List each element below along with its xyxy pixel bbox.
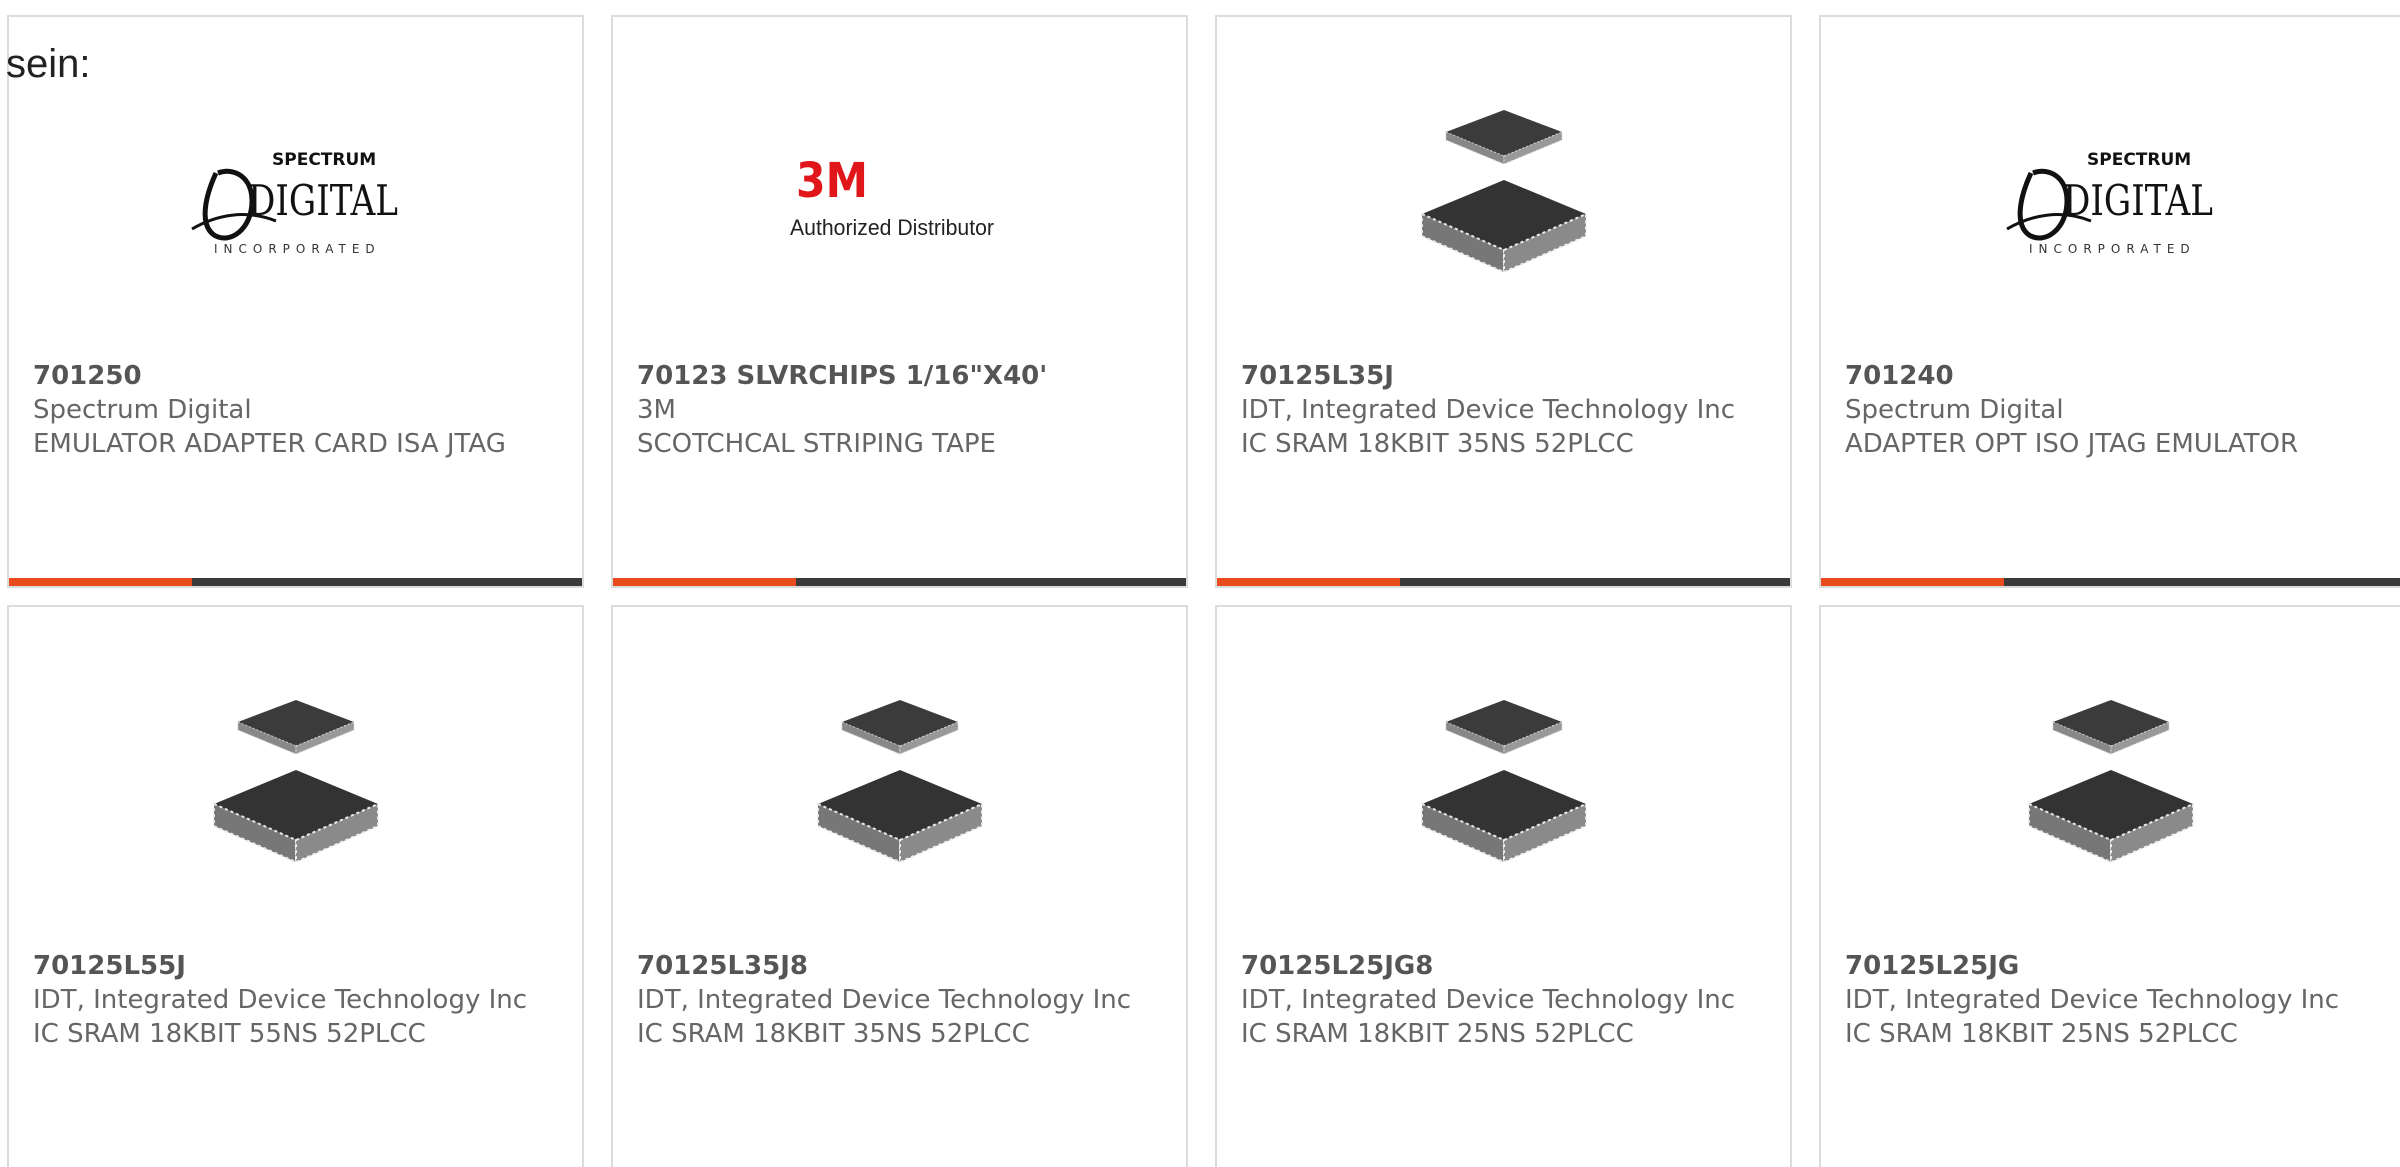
product-image[interactable] — [1217, 87, 1790, 307]
product-info: 701240 Spectrum Digital ADAPTER OPT ISO … — [1845, 359, 2380, 461]
product-image[interactable]: 3M Authorized Distributor — [613, 87, 1186, 307]
product-image[interactable]: SPECTRUM DIGITAL INCORPORATED — [1821, 87, 2400, 307]
plcc-chip-icon — [2027, 700, 2194, 864]
product-card[interactable]: 70125L35J IDT, Integrated Device Technol… — [1215, 15, 1792, 588]
product-card[interactable]: 70125L35J8 IDT, Integrated Device Techno… — [611, 605, 1188, 1167]
svg-text:SPECTRUM: SPECTRUM — [2087, 150, 2191, 170]
product-info: 70125L55J IDT, Integrated Device Technol… — [33, 949, 562, 1051]
svg-text:INCORPORATED: INCORPORATED — [2029, 242, 2196, 256]
3m-authorized-distributor-logo: 3M Authorized Distributor — [790, 153, 994, 240]
manufacturer: IDT, Integrated Device Technology Inc — [1241, 985, 1736, 1015]
description: IC SRAM 18KBIT 35NS 52PLCC — [1241, 429, 1634, 459]
product-card[interactable]: SPECTRUM DIGITAL INCORPORATED 701240 Spe… — [1819, 15, 2400, 588]
product-card[interactable]: SPECTRUM DIGITAL INCORPORATED 701250 Spe… — [7, 15, 584, 588]
product-image[interactable] — [1217, 677, 1790, 897]
description: SCOTCHCAL STRIPING TAPE — [637, 429, 996, 459]
manufacturer: IDT, Integrated Device Technology Inc — [637, 985, 1132, 1015]
svg-text:Authorized Distributor: Authorized Distributor — [790, 215, 994, 240]
description: IC SRAM 18KBIT 55NS 52PLCC — [33, 1019, 426, 1049]
plcc-chip-icon — [1420, 700, 1587, 864]
product-card[interactable]: 70125L25JG IDT, Integrated Device Techno… — [1819, 605, 2400, 1167]
manufacturer: IDT, Integrated Device Technology Inc — [1241, 395, 1736, 425]
description: ADAPTER OPT ISO JTAG EMULATOR — [1845, 429, 2299, 459]
plcc-chip-icon — [816, 700, 983, 864]
product-image[interactable] — [1821, 677, 2400, 897]
part-number[interactable]: 70125L35J8 — [637, 949, 1166, 983]
part-number[interactable]: 70123 SLVRCHIPS 1/16"X40' — [637, 359, 1166, 393]
description: IC SRAM 18KBIT 25NS 52PLCC — [1845, 1019, 2238, 1049]
plcc-chip-icon — [212, 700, 379, 864]
part-number[interactable]: 70125L55J — [33, 949, 562, 983]
product-info: 70125L25JG8 IDT, Integrated Device Techn… — [1241, 949, 1770, 1051]
svg-text:DIGITAL: DIGITAL — [2063, 176, 2213, 225]
part-number[interactable]: 70125L25JG — [1845, 949, 2380, 983]
card-accent-bar — [613, 578, 1186, 586]
spectrum-digital-logo: SPECTRUM DIGITAL INCORPORATED — [2005, 150, 2213, 256]
spectrum-digital-logo: SPECTRUM DIGITAL INCORPORATED — [190, 150, 398, 256]
product-image[interactable] — [9, 677, 582, 897]
product-info: 70125L25JG IDT, Integrated Device Techno… — [1845, 949, 2380, 1051]
product-info: 701250 Spectrum Digital EMULATOR ADAPTER… — [33, 359, 562, 461]
product-info: 70125L35J IDT, Integrated Device Technol… — [1241, 359, 1770, 461]
product-card[interactable]: 3M Authorized Distributor 70123 SLVRCHIP… — [611, 15, 1188, 588]
part-number[interactable]: 701250 — [33, 359, 562, 393]
product-image[interactable] — [613, 677, 1186, 897]
manufacturer: Spectrum Digital — [33, 395, 252, 425]
description: IC SRAM 18KBIT 25NS 52PLCC — [1241, 1019, 1634, 1049]
part-number[interactable]: 701240 — [1845, 359, 2380, 393]
intro-text: sein: — [6, 42, 91, 86]
description: EMULATOR ADAPTER CARD ISA JTAG — [33, 429, 506, 459]
card-accent-bar — [9, 578, 582, 586]
product-image[interactable]: SPECTRUM DIGITAL INCORPORATED — [9, 87, 582, 307]
card-accent-bar — [1217, 578, 1790, 586]
manufacturer: IDT, Integrated Device Technology Inc — [1845, 985, 2340, 1015]
plcc-chip-icon — [1420, 110, 1587, 274]
product-info: 70123 SLVRCHIPS 1/16"X40' 3M SCOTCHCAL S… — [637, 359, 1166, 461]
product-info: 70125L35J8 IDT, Integrated Device Techno… — [637, 949, 1166, 1051]
part-number[interactable]: 70125L35J — [1241, 359, 1770, 393]
manufacturer: 3M — [637, 395, 676, 425]
svg-text:SPECTRUM: SPECTRUM — [272, 150, 376, 170]
manufacturer: Spectrum Digital — [1845, 395, 2064, 425]
part-number[interactable]: 70125L25JG8 — [1241, 949, 1770, 983]
product-card[interactable]: 70125L25JG8 IDT, Integrated Device Techn… — [1215, 605, 1792, 1167]
card-accent-bar — [1821, 578, 2400, 586]
svg-text:3M: 3M — [796, 153, 868, 209]
description: IC SRAM 18KBIT 35NS 52PLCC — [637, 1019, 1030, 1049]
svg-text:INCORPORATED: INCORPORATED — [214, 242, 381, 256]
svg-text:DIGITAL: DIGITAL — [248, 176, 398, 225]
manufacturer: IDT, Integrated Device Technology Inc — [33, 985, 528, 1015]
product-card[interactable]: 70125L55J IDT, Integrated Device Technol… — [7, 605, 584, 1167]
